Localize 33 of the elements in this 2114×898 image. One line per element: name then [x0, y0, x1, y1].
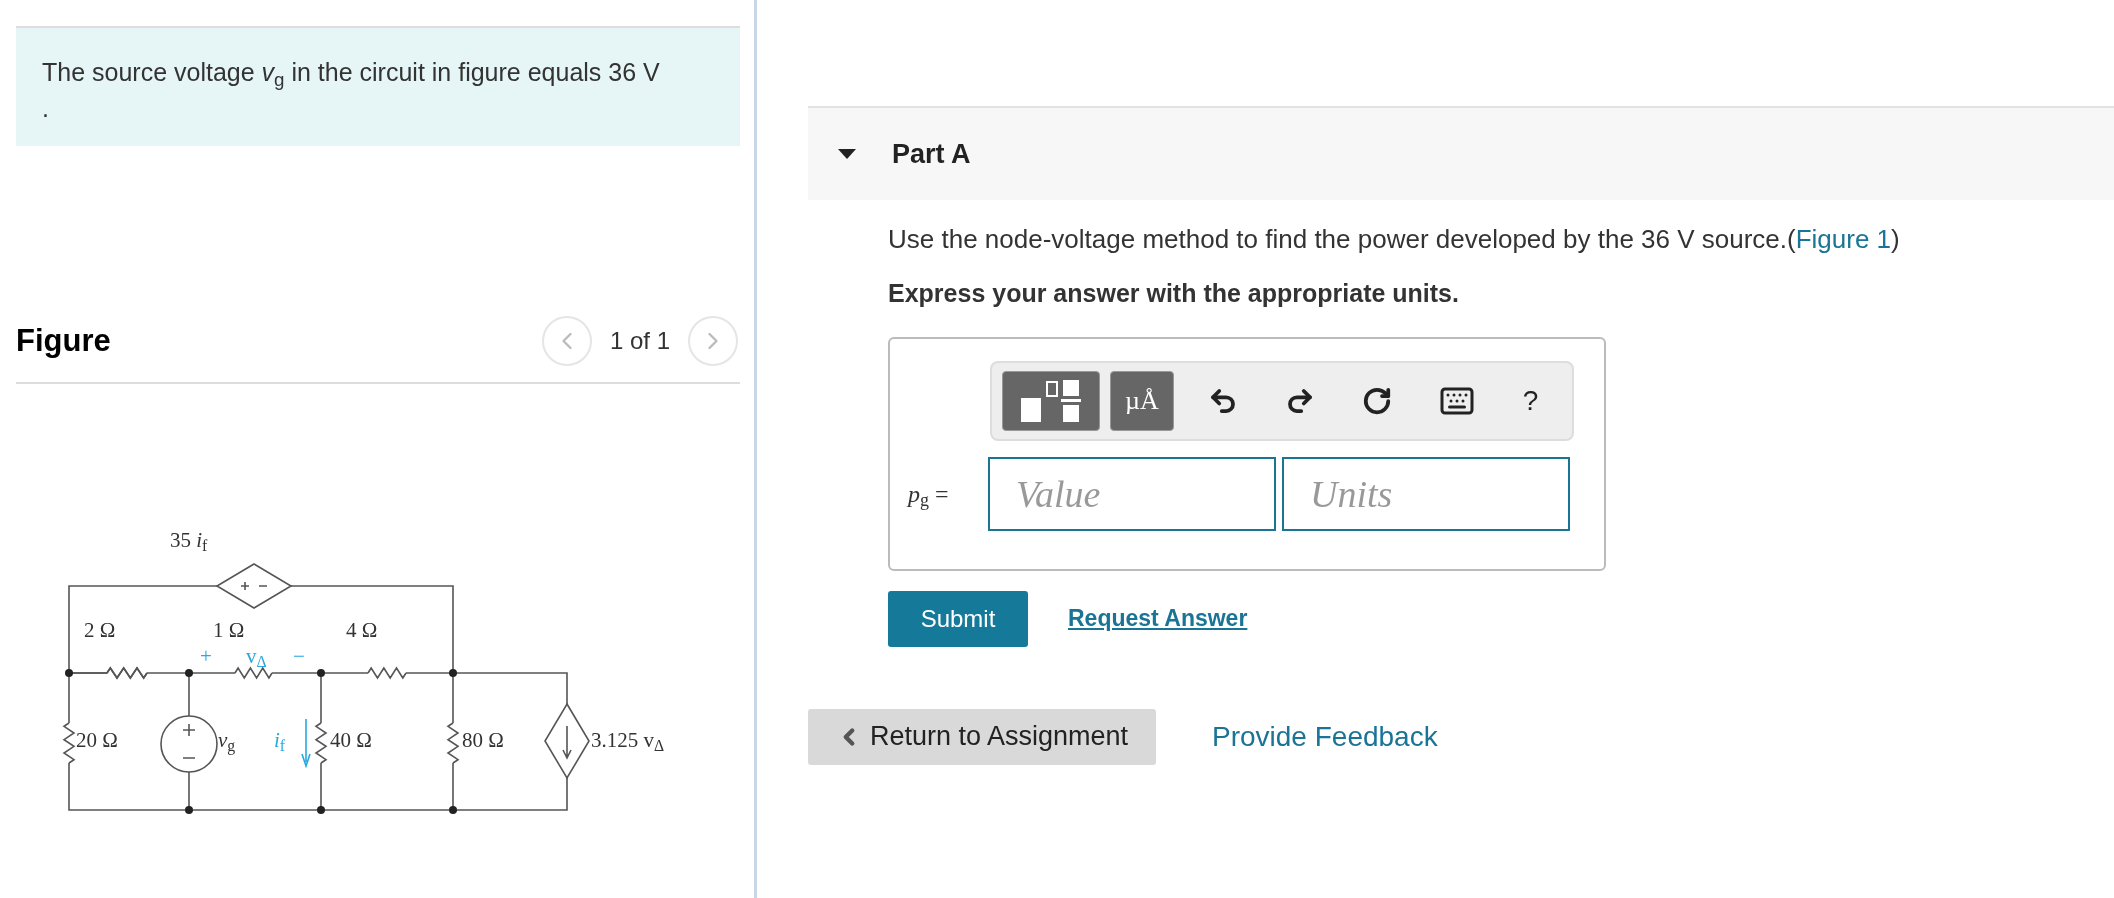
fraction-template-icon: [1019, 377, 1083, 424]
figure-link[interactable]: Figure 1: [1795, 224, 1892, 254]
circuit-label: +: [200, 646, 212, 667]
circuit-label: i$_{f}$: [274, 730, 286, 751]
circuit-label: 35 i$_{f}$: [170, 530, 208, 551]
question-text: Use the node-voltage method to find the power developed by the 36 V source.(Figure 1): [888, 223, 1901, 256]
value-field[interactable]: Value: [988, 456, 1276, 531]
circuit-label: 4 Ω: [346, 620, 378, 641]
circuit-label: 80 Ω: [462, 730, 504, 751]
reset-icon[interactable]: [1362, 385, 1393, 416]
circuit-label: 40 Ω: [330, 730, 372, 751]
feedback-link[interactable]: Provide Feedback: [1212, 715, 1438, 758]
instruction-text: Express your answer with the appropriate units.: [888, 278, 1460, 309]
figure-title: Figure: [16, 321, 111, 360]
circuit-label: 3.125 v$_{Δ}$: [591, 730, 665, 751]
answer-label: p$_{g}$ =: [908, 479, 950, 512]
intro-text: .: [42, 93, 50, 124]
template-button[interactable]: [1002, 370, 1100, 431]
intro-text: The source voltage v$_{g}$ in the circuit in figure equals 36 V: [42, 57, 661, 90]
circuit-label: 20 Ω: [76, 730, 118, 751]
part-header[interactable]: Part A: [808, 106, 2114, 200]
help-button[interactable]: ?: [1522, 379, 1539, 422]
circuit-label: v$_{Δ}$: [246, 646, 267, 667]
circuit-label: 1 Ω: [213, 620, 245, 641]
return-button[interactable]: Return to Assignment: [808, 708, 1156, 765]
submit-button[interactable]: Submit: [888, 590, 1028, 647]
circuit-label: −: [293, 646, 305, 667]
part-title: Part A: [892, 137, 971, 171]
units-field[interactable]: Units: [1282, 456, 1570, 531]
units-button[interactable]: µÅ: [1110, 370, 1174, 431]
request-answer-link[interactable]: Request Answer: [1068, 601, 1248, 636]
page-indicator: 1 of 1: [609, 326, 670, 356]
circuit-label: 2 Ω: [84, 620, 116, 641]
